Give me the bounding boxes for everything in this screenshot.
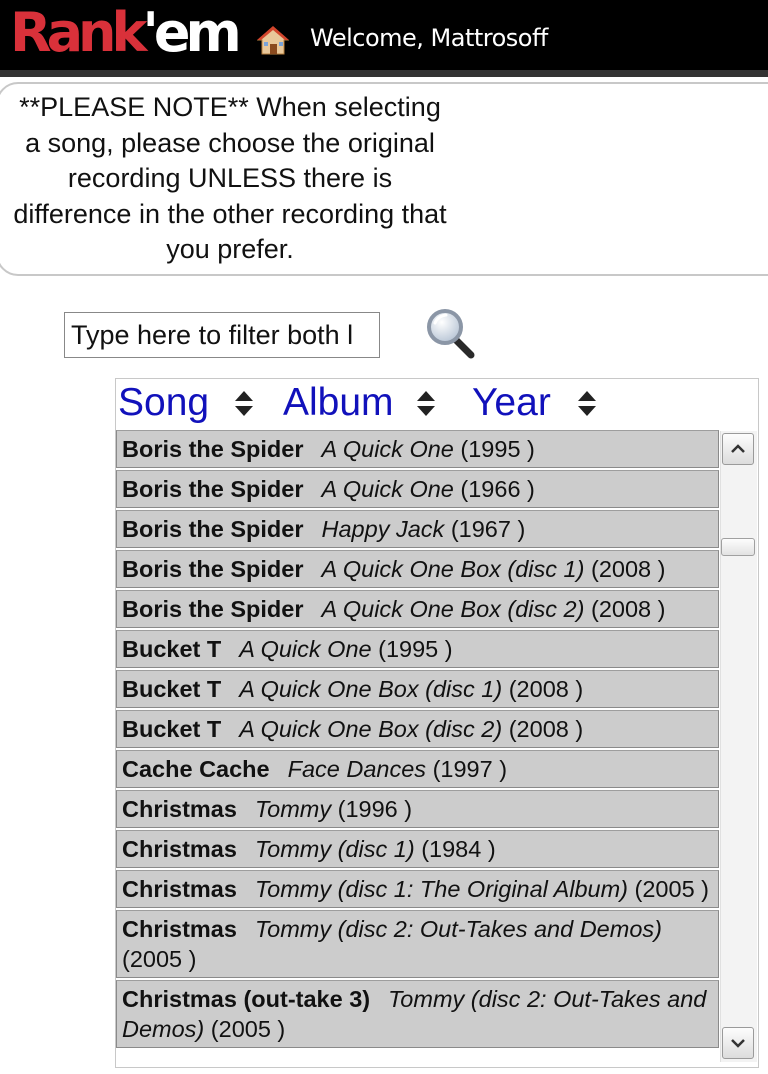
logo-rank-text: Rank (10, 1, 147, 64)
row-album: Happy Jack (321, 516, 445, 542)
row-year: (2008 ) (591, 556, 666, 582)
table-row[interactable]: Christmas Tommy (disc 2: Out-Takes and De… (116, 910, 719, 978)
column-header-song[interactable]: Song (118, 380, 209, 426)
row-album: A Quick One (321, 436, 454, 462)
row-album: Tommy (disc 1) (254, 836, 415, 862)
row-year: (2008 ) (508, 716, 584, 742)
row-album: Tommy (disc 2: Out-Takes and Demos) (254, 916, 662, 942)
row-album: A Quick One Box (disc 1) (239, 676, 503, 702)
row-album: A Quick One Box (disc 2) (239, 716, 503, 742)
search-icon[interactable] (424, 306, 476, 360)
row-song: Bucket T (122, 636, 222, 662)
row-year: (2005 ) (210, 1016, 286, 1042)
row-year: (1995 ) (378, 636, 453, 662)
row-year: (1996 ) (337, 796, 413, 822)
table-row[interactable]: Bucket T A Quick One Box (disc 1) (2008 ) (116, 670, 719, 708)
table-row[interactable]: Bucket T A Quick One (1995 ) (116, 630, 719, 668)
table-row[interactable]: Boris the Spider A Quick One (1966 ) (116, 470, 719, 508)
row-album: Tommy (254, 796, 332, 822)
row-year: (2008 ) (591, 596, 666, 622)
scrollbar-thumb[interactable] (721, 538, 755, 556)
scroll-up-button[interactable] (722, 433, 754, 465)
table-row[interactable]: Boris the Spider A Quick One Box (disc 1)… (116, 550, 719, 588)
row-song: Boris the Spider (122, 436, 304, 462)
column-header-album[interactable]: Album (283, 380, 394, 426)
table-row[interactable]: Boris the Spider A Quick One (1995 ) (116, 430, 719, 468)
table-row[interactable]: Christmas Tommy (disc 1) (1984 ) (116, 830, 719, 868)
sort-icon[interactable] (577, 388, 597, 420)
row-year: (1967 ) (450, 516, 526, 542)
scrollbar-track[interactable] (720, 431, 757, 1062)
row-song: Cache Cache (122, 756, 270, 782)
row-song: Boris the Spider (122, 516, 304, 542)
table-row[interactable]: Boris the Spider A Quick One Box (disc 2)… (116, 590, 719, 628)
row-album: Tommy (disc 1: The Original Album) (254, 876, 628, 902)
row-album: A Quick One Box (disc 1) (321, 556, 585, 582)
row-song: Bucket T (122, 676, 222, 702)
row-album: A Quick One (239, 636, 372, 662)
table-row[interactable]: Christmas Tommy (disc 1: The Original Alb… (116, 870, 719, 908)
song-list: Boris the Spider A Quick One (1995 ) Bori… (116, 430, 719, 1064)
row-year: (2005 ) (634, 876, 709, 902)
table-row[interactable]: Boris the Spider Happy Jack (1967 ) (116, 510, 719, 548)
logo-em-text: 'em (142, 1, 241, 64)
column-header-year[interactable]: Year (472, 380, 551, 426)
scroll-up-icon (731, 444, 745, 453)
welcome-text: Welcome, Mattrosoff (310, 24, 548, 52)
row-song: Christmas (122, 836, 237, 862)
row-song: Bucket T (122, 716, 222, 742)
row-album: A Quick One Box (disc 2) (321, 596, 585, 622)
scroll-down-button[interactable] (722, 1027, 754, 1059)
row-song: Boris the Spider (122, 596, 304, 622)
row-album: Face Dances (287, 756, 427, 782)
row-year: (2005 ) (122, 946, 197, 972)
scroll-down-icon (731, 1039, 745, 1048)
row-album: A Quick One (321, 476, 454, 502)
row-song: Boris the Spider (122, 476, 304, 502)
row-song: Christmas (out-take 3) (122, 986, 371, 1012)
table-row[interactable]: Bucket T A Quick One Box (disc 2) (2008 ) (116, 710, 719, 748)
row-year: (1966 ) (460, 476, 535, 502)
rankem-logo[interactable]: Rank'em (10, 1, 242, 64)
notice-text: **PLEASE NOTE** When selecting a song, p… (13, 92, 447, 264)
table-row[interactable]: Cache Cache Face Dances (1997 ) (116, 750, 719, 788)
row-year: (1984 ) (421, 836, 496, 862)
home-icon[interactable] (257, 25, 289, 55)
row-song: Boris the Spider (122, 556, 304, 582)
row-year: (1997 ) (432, 756, 508, 782)
table-row[interactable]: Christmas Tommy (1996 ) (116, 790, 719, 828)
row-song: Christmas (122, 876, 237, 902)
row-year: (1995 ) (460, 436, 535, 462)
sort-icon[interactable] (234, 388, 254, 420)
row-song: Christmas (122, 796, 237, 822)
top-bar: Rank'em Welcome, Mattrosoff (0, 0, 768, 77)
table-row[interactable]: Christmas (out-take 3) Tommy (disc 2: Out… (116, 980, 719, 1048)
sort-icon[interactable] (416, 388, 436, 420)
row-song: Christmas (122, 916, 237, 942)
row-year: (2008 ) (508, 676, 584, 702)
filter-input[interactable] (64, 312, 380, 358)
